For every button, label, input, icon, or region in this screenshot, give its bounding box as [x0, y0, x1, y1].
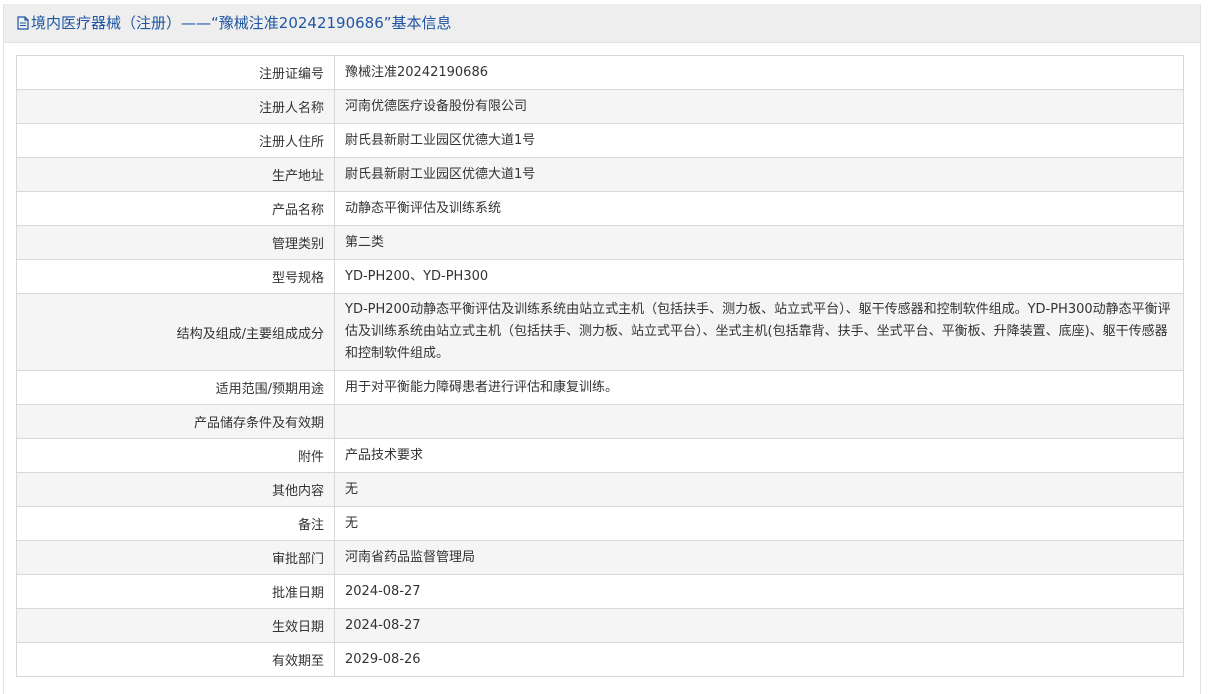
row-value: 河南省药品监督管理局 — [334, 540, 1184, 575]
table-row: 注册人住所 尉氏县新尉工业园区优德大道1号 — [16, 123, 1184, 158]
detail-panel: 境内医疗器械（注册）——“豫械注准20242190686”基本信息 注册证编号豫… — [3, 4, 1201, 694]
row-label: 结构及组成/主要组成成分 — [16, 293, 335, 371]
table-row: 注册证编号 豫械注准20242190686 — [16, 55, 1184, 90]
table-row: 批准日期 2024-08-27 — [16, 574, 1184, 609]
row-label: 有效期至 — [16, 642, 335, 677]
row-value: 动静态平衡评估及训练系统 — [334, 191, 1184, 226]
row-label: 生效日期 — [16, 608, 335, 643]
row-value: 2029-08-26 — [334, 642, 1184, 677]
row-label: 管理类别 — [16, 225, 335, 260]
row-label: 适用范围/预期用途 — [16, 370, 335, 405]
row-label: 注册人名称 — [16, 89, 335, 124]
row-value: 尉氏县新尉工业园区优德大道1号 — [334, 123, 1184, 158]
table-row: 备注无 — [16, 506, 1184, 541]
row-value: 产品技术要求 — [334, 438, 1184, 473]
row-label: 注册证编号 — [16, 55, 335, 90]
row-label: 附件 — [16, 438, 335, 473]
panel-header: 境内医疗器械（注册）——“豫械注准20242190686”基本信息 — [4, 4, 1200, 43]
table-row: 产品名称 动静态平衡评估及训练系统 — [16, 191, 1184, 226]
row-label: 产品储存条件及有效期 — [16, 404, 335, 439]
row-value: 无 — [334, 472, 1184, 507]
row-value: 豫械注准20242190686 — [334, 55, 1184, 90]
row-value: 尉氏县新尉工业园区优德大道1号 — [334, 157, 1184, 192]
table-row: 有效期至 2029-08-26 — [16, 642, 1184, 677]
table-row: 适用范围/预期用途 用于对平衡能力障碍患者进行评估和康复训练。 — [16, 370, 1184, 405]
row-label: 产品名称 — [16, 191, 335, 226]
row-value: 第二类 — [334, 225, 1184, 260]
table-row: 注册人名称 河南优德医疗设备股份有限公司 — [16, 89, 1184, 124]
row-label: 审批部门 — [16, 540, 335, 575]
row-value: 2024-08-27 — [334, 608, 1184, 643]
row-value: YD-PH200、YD-PH300 — [334, 259, 1184, 294]
panel-title: 境内医疗器械（注册）——“豫械注准20242190686”基本信息 — [31, 14, 452, 32]
row-label: 备注 — [16, 506, 335, 541]
table-row: 生效日期 2024-08-27 — [16, 608, 1184, 643]
table-row: 结构及组成/主要组成成分 YD-PH200动静态平衡评估及训练系统由站立式主机（包… — [16, 293, 1184, 371]
table-row: 管理类别 第二类 — [16, 225, 1184, 260]
row-value: 2024-08-27 — [334, 574, 1184, 609]
table-row: 产品储存条件及有效期 — [16, 404, 1184, 439]
row-label: 生产地址 — [16, 157, 335, 192]
row-label: 批准日期 — [16, 574, 335, 609]
row-value: YD-PH200动静态平衡评估及训练系统由站立式主机（包括扶手、测力板、站立式平… — [334, 293, 1184, 371]
row-value: 无 — [334, 506, 1184, 541]
table-row: 其他内容无 — [16, 472, 1184, 507]
row-value: 用于对平衡能力障碍患者进行评估和康复训练。 — [334, 370, 1184, 405]
row-label: 其他内容 — [16, 472, 335, 507]
table-row: 附件 产品技术要求 — [16, 438, 1184, 473]
table-row: 审批部门 河南省药品监督管理局 — [16, 540, 1184, 575]
row-value: 河南优德医疗设备股份有限公司 — [334, 89, 1184, 124]
row-label: 型号规格 — [16, 259, 335, 294]
row-label: 注册人住所 — [16, 123, 335, 158]
panel-body: 注册证编号 豫械注准20242190686 注册人名称 河南优德医疗设备股份有限公司注… — [4, 43, 1200, 694]
row-value — [334, 404, 1184, 439]
document-icon — [17, 6, 29, 44]
table-row: 生产地址 尉氏县新尉工业园区优德大道1号 — [16, 157, 1184, 192]
table-row: 型号规格 YD-PH200、YD-PH300 — [16, 259, 1184, 294]
info-table: 注册证编号 豫械注准20242190686 注册人名称 河南优德医疗设备股份有限公司注… — [16, 55, 1184, 677]
